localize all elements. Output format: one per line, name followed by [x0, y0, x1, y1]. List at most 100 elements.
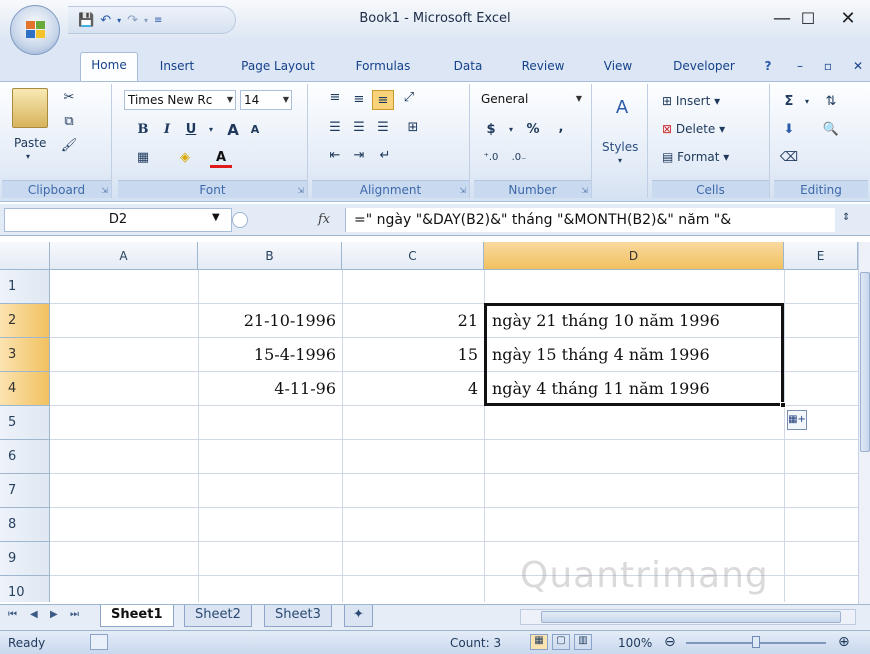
find-select-icon[interactable]: 🔍 — [820, 120, 842, 140]
clipboard-dialog-launcher-icon[interactable]: ⇲ — [101, 186, 108, 195]
ribbon-minimize-icon[interactable]: – — [790, 54, 810, 78]
row-header-5[interactable]: 5 — [0, 406, 50, 440]
format-painter-icon[interactable]: 🖌 — [58, 136, 80, 156]
underline-button[interactable]: U — [180, 120, 202, 140]
comma-button[interactable]: , — [550, 118, 572, 138]
align-right-icon[interactable]: ☰ — [372, 118, 394, 138]
row-header-2[interactable]: 2 — [0, 304, 50, 338]
cell-b2[interactable]: 21-10-1996 — [198, 304, 342, 338]
column-header-d[interactable]: D — [484, 242, 784, 270]
maximize-button[interactable]: ☐ — [790, 6, 826, 32]
increase-indent-icon[interactable]: ⇥ — [348, 146, 370, 166]
tab-review[interactable]: Review — [514, 54, 572, 78]
align-bottom-icon[interactable]: ≡ — [372, 90, 394, 110]
worksheet-grid[interactable]: A B C D E 1 2 3 4 5 6 7 8 9 10 21-10-199… — [0, 242, 858, 602]
number-dialog-launcher-icon[interactable]: ⇲ — [581, 186, 588, 195]
font-color-icon[interactable]: A — [210, 148, 232, 168]
styles-button[interactable]: Styles — [602, 140, 638, 154]
grow-font-button[interactable]: A — [222, 120, 244, 140]
chevron-down-icon[interactable]: ▼ — [576, 90, 582, 108]
prev-sheet-icon[interactable]: ◀ — [30, 609, 38, 620]
wrap-text-icon[interactable]: ↵ — [374, 146, 396, 166]
page-layout-view-icon[interactable]: ▢ — [552, 634, 570, 650]
office-button[interactable] — [10, 5, 60, 55]
cell-c4[interactable]: 4 — [342, 372, 484, 406]
autosum-dropdown-icon[interactable]: ▾ — [796, 92, 818, 112]
last-sheet-icon[interactable]: ⏭ — [70, 609, 79, 620]
tab-data[interactable]: Data — [448, 54, 488, 78]
cell-d2[interactable]: ngày 21 tháng 10 năm 1996 — [484, 304, 784, 338]
clear-icon[interactable]: ⌫ — [778, 148, 800, 168]
tab-formulas[interactable]: Formulas — [348, 54, 418, 78]
row-header-4[interactable]: 4 — [0, 372, 50, 406]
cell-c3[interactable]: 15 — [342, 338, 484, 372]
paste-dropdown-icon[interactable]: ▾ — [26, 152, 30, 161]
cell-b3[interactable]: 15-4-1996 — [198, 338, 342, 372]
normal-view-icon[interactable]: ▦ — [530, 634, 548, 650]
underline-dropdown-icon[interactable]: ▾ — [200, 120, 222, 140]
increase-decimal-icon[interactable]: ⁺.0 — [480, 148, 502, 168]
fill-handle[interactable] — [780, 402, 786, 408]
shrink-font-button[interactable]: A — [244, 120, 266, 140]
next-sheet-icon[interactable]: ▶ — [50, 609, 58, 620]
horizontal-scroll-thumb[interactable] — [541, 611, 841, 623]
currency-dropdown-icon[interactable]: ▾ — [500, 120, 522, 140]
cancel-formula-icon[interactable] — [232, 212, 248, 228]
sort-filter-icon[interactable]: ⇅ — [820, 92, 842, 112]
copy-icon[interactable]: ⧉ — [58, 112, 80, 132]
number-format-combo[interactable]: General ▼ — [478, 90, 584, 110]
row-header-9[interactable]: 9 — [0, 542, 50, 576]
insert-sheet-icon[interactable]: ✦ — [344, 605, 373, 627]
sheet-tab-sheet3[interactable]: Sheet3 — [264, 605, 332, 627]
tab-insert[interactable]: Insert — [152, 54, 202, 78]
decrease-indent-icon[interactable]: ⇤ — [324, 146, 346, 166]
fill-icon[interactable]: ⬇ — [778, 120, 800, 140]
select-all-corner[interactable] — [0, 242, 50, 270]
name-box[interactable]: D2 — [4, 208, 232, 232]
vertical-scroll-thumb[interactable] — [860, 272, 870, 452]
cell-d4[interactable]: ngày 4 tháng 11 năm 1996 — [484, 372, 784, 406]
column-header-a[interactable]: A — [50, 242, 198, 270]
format-cells-button[interactable]: ▤ Format ▾ — [662, 150, 729, 164]
percent-button[interactable]: % — [522, 120, 544, 140]
align-center-icon[interactable]: ☰ — [348, 118, 370, 138]
cut-icon[interactable]: ✂ — [58, 88, 80, 108]
fill-color-icon[interactable]: ◈ — [174, 148, 196, 168]
chevron-down-icon[interactable]: ▼ — [283, 91, 289, 109]
insert-function-icon[interactable]: fx — [318, 212, 330, 227]
font-size-combo[interactable]: 14 ▼ — [240, 90, 292, 110]
delete-cells-button[interactable]: ⊠ Delete ▾ — [662, 122, 725, 136]
ribbon-restore-icon[interactable]: ▫ — [818, 54, 838, 78]
formula-input[interactable]: =" ngày "&DAY(B2)&" tháng "&MONTH(B2)&" … — [345, 208, 835, 232]
tab-page-layout[interactable]: Page Layout — [232, 54, 324, 78]
ribbon-close-icon[interactable]: ✕ — [848, 54, 868, 78]
orientation-icon[interactable]: ⤢ — [398, 88, 420, 108]
bold-button[interactable]: B — [132, 120, 154, 140]
close-button[interactable]: ✕ — [830, 6, 866, 32]
paste-icon[interactable] — [12, 88, 48, 128]
sheet-tab-sheet2[interactable]: Sheet2 — [184, 605, 252, 627]
row-header-8[interactable]: 8 — [0, 508, 50, 542]
zoom-out-icon[interactable]: ⊖ — [664, 634, 676, 650]
sheet-tab-sheet1[interactable]: Sheet1 — [100, 605, 174, 627]
insert-cells-button[interactable]: ⊞ Insert ▾ — [662, 94, 720, 108]
zoom-level[interactable]: 100% — [618, 636, 652, 650]
styles-icon[interactable]: A — [608, 94, 636, 122]
decrease-decimal-icon[interactable]: .0₋ — [508, 148, 530, 168]
font-dialog-launcher-icon[interactable]: ⇲ — [297, 186, 304, 195]
currency-button[interactable]: $ — [480, 120, 502, 140]
row-header-1[interactable]: 1 — [0, 270, 50, 304]
tab-home[interactable]: Home — [80, 52, 138, 81]
row-header-3[interactable]: 3 — [0, 338, 50, 372]
cell-b4[interactable]: 4-11-96 — [198, 372, 342, 406]
font-name-combo[interactable]: Times New Rc ▼ — [124, 90, 236, 110]
vertical-scrollbar[interactable] — [858, 242, 870, 604]
horizontal-scrollbar[interactable] — [520, 609, 856, 625]
cell-c2[interactable]: 21 — [342, 304, 484, 338]
expand-formula-bar-icon[interactable]: ⇕ — [842, 212, 850, 223]
align-top-icon[interactable]: ≡ — [324, 88, 346, 108]
cell-d3[interactable]: ngày 15 tháng 4 năm 1996 — [484, 338, 784, 372]
chevron-down-icon[interactable]: ▼ — [227, 91, 233, 109]
column-header-b[interactable]: B — [198, 242, 342, 270]
name-box-dropdown-icon[interactable]: ▼ — [212, 212, 220, 223]
